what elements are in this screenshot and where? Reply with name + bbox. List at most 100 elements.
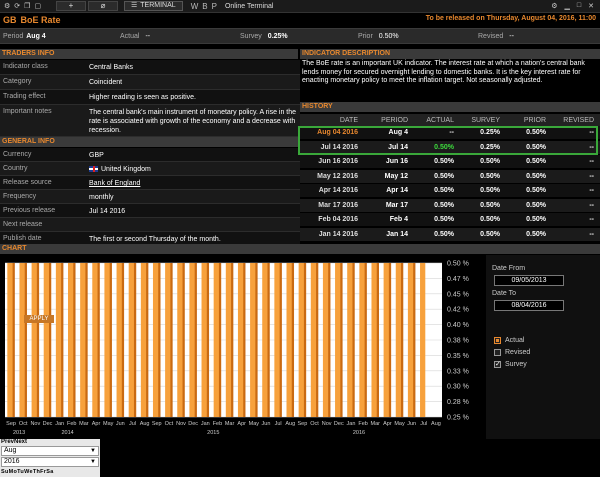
period-field: Period Aug 4 bbox=[3, 33, 46, 40]
actual-bar[interactable] bbox=[55, 263, 62, 417]
actual-bar[interactable] bbox=[213, 263, 219, 417]
actual-bar[interactable] bbox=[250, 263, 256, 417]
history-cell-revised: -- bbox=[589, 201, 594, 209]
actual-bar[interactable] bbox=[31, 263, 37, 417]
history-heading: HISTORY bbox=[300, 102, 600, 112]
page-title: BoE Rate bbox=[20, 15, 61, 25]
window-icon[interactable]: ▢ bbox=[34, 3, 41, 10]
table-row[interactable]: Jul 14 2016 Jul 14 0.50% 0.25% 0.50% -- bbox=[300, 140, 600, 154]
actual-bar[interactable] bbox=[407, 263, 414, 417]
date-from-input[interactable] bbox=[494, 275, 564, 286]
toolbar-b-button[interactable]: B bbox=[202, 2, 207, 11]
year-select[interactable]: 2016 ▼ bbox=[1, 457, 99, 467]
actual-bar[interactable] bbox=[128, 263, 134, 417]
actual-bar[interactable] bbox=[177, 263, 183, 417]
minimize-icon[interactable]: ▁ bbox=[565, 2, 570, 10]
table-row[interactable]: May 12 2016 May 12 0.50% 0.50% 0.50% -- bbox=[300, 169, 600, 183]
y-tick-label: 0.28 % bbox=[447, 399, 469, 406]
table-row[interactable]: Apr 14 2016 Apr 14 0.50% 0.50% 0.50% -- bbox=[300, 184, 600, 197]
add-button[interactable]: + bbox=[56, 1, 86, 11]
refresh-icon[interactable]: ⟳ bbox=[14, 3, 20, 10]
online-terminal-label[interactable]: Online Terminal bbox=[225, 3, 274, 10]
actual-bar[interactable] bbox=[68, 263, 74, 417]
toolbar-p-button[interactable]: P bbox=[212, 2, 217, 11]
link-button[interactable]: ⌀ bbox=[88, 1, 118, 11]
survey-checkbox[interactable] bbox=[494, 360, 501, 368]
actual-bar[interactable] bbox=[7, 263, 13, 417]
country-code: GB bbox=[3, 15, 17, 25]
table-row[interactable]: Aug 04 2016 Aug 4 -- 0.25% 0.50% -- bbox=[300, 126, 600, 139]
actual-bar[interactable] bbox=[420, 263, 426, 417]
history-col-actual[interactable]: ACTUAL bbox=[410, 117, 454, 124]
actual-bar[interactable] bbox=[274, 263, 280, 417]
x-tick-label: Jun bbox=[407, 421, 416, 427]
actual-bar[interactable] bbox=[92, 263, 98, 417]
actual-bar[interactable] bbox=[383, 263, 389, 417]
table-row[interactable]: Jan 14 2016 Jan 14 0.50% 0.50% 0.50% -- bbox=[300, 227, 600, 241]
history-col-survey[interactable]: SURVEY bbox=[456, 117, 500, 124]
revised-checkbox[interactable] bbox=[494, 349, 501, 356]
actual-bar[interactable] bbox=[140, 263, 147, 417]
table-row: Previous release Jul 14 2016 bbox=[0, 204, 300, 218]
actual-bar[interactable] bbox=[225, 263, 232, 417]
actual-bar[interactable] bbox=[335, 263, 341, 417]
settings-icon[interactable]: ⚙ bbox=[4, 3, 10, 10]
maximize-icon[interactable]: □ bbox=[577, 2, 581, 10]
actual-checkbox[interactable] bbox=[494, 337, 501, 344]
date-to-input[interactable] bbox=[494, 300, 564, 311]
actual-bar[interactable] bbox=[322, 263, 329, 417]
settings-icon[interactable]: ⚙ bbox=[551, 2, 557, 10]
boe-rate-chart: 0.50 % 0.47 % 0.45 % 0.42 % 0.40 % 0.38 % 0.35… bbox=[5, 261, 469, 436]
history-col-date[interactable]: DATE bbox=[310, 117, 358, 124]
x-tick-label: Oct bbox=[310, 421, 319, 427]
actual-bar[interactable] bbox=[359, 263, 365, 417]
year-label: 2014 bbox=[62, 430, 74, 436]
actual-bar[interactable] bbox=[237, 263, 244, 417]
history-col-revised[interactable]: REVISED bbox=[548, 117, 594, 124]
actual-bar[interactable] bbox=[19, 263, 25, 417]
history-table: DATE PERIOD ACTUAL SURVEY PRIOR REVISED … bbox=[300, 114, 600, 244]
actual-bar[interactable] bbox=[43, 263, 49, 417]
indicator-description-text: The BoE rate is an important UK indicato… bbox=[302, 60, 585, 85]
actual-bar[interactable] bbox=[395, 263, 402, 417]
actual-bar[interactable] bbox=[201, 263, 207, 417]
copy-icon[interactable]: ❐ bbox=[24, 3, 30, 10]
actual-bar[interactable] bbox=[286, 263, 292, 417]
month-select[interactable]: Aug ▼ bbox=[1, 446, 99, 456]
table-row[interactable]: Feb 04 2016 Feb 4 0.50% 0.50% 0.50% -- bbox=[300, 213, 600, 226]
actual-bar[interactable] bbox=[262, 263, 268, 417]
actual-bar[interactable] bbox=[152, 263, 159, 417]
table-row: Country United Kingdom bbox=[0, 162, 300, 176]
x-tick-label: Oct bbox=[165, 421, 174, 427]
table-row[interactable]: Mar 17 2016 Mar 17 0.50% 0.50% 0.50% -- bbox=[300, 198, 600, 212]
history-cell-revised: -- bbox=[589, 172, 594, 180]
history-cell-actual: -- bbox=[449, 129, 454, 136]
actual-bar[interactable] bbox=[165, 263, 171, 417]
apply-button[interactable]: APPLY bbox=[24, 315, 54, 323]
legend-revised[interactable]: Revised bbox=[494, 349, 530, 356]
history-col-period[interactable]: PERIOD bbox=[360, 117, 408, 124]
history-cell-actual: 0.50% bbox=[434, 201, 454, 209]
actual-bar[interactable] bbox=[104, 263, 110, 417]
actual-bar[interactable] bbox=[347, 263, 353, 417]
x-tick-label: Oct bbox=[19, 421, 28, 427]
y-tick-label: 0.45 % bbox=[447, 291, 469, 298]
actual-bar[interactable] bbox=[80, 263, 86, 417]
actual-bar[interactable] bbox=[371, 263, 377, 417]
actual-bar[interactable] bbox=[189, 263, 195, 417]
terminal-button[interactable]: ☰ TERMINAL bbox=[124, 1, 183, 11]
legend-survey[interactable]: Survey bbox=[494, 360, 527, 368]
table-row: Trading effect Higher reading is seen as… bbox=[0, 90, 300, 105]
actual-bar[interactable] bbox=[298, 263, 304, 417]
legend-actual[interactable]: Actual bbox=[494, 337, 524, 344]
table-row[interactable]: Jun 16 2016 Jun 16 0.50% 0.50% 0.50% -- bbox=[300, 155, 600, 168]
actual-bar[interactable] bbox=[116, 263, 122, 417]
release-source-link[interactable]: Bank of England bbox=[89, 179, 297, 188]
prev-next-nav[interactable]: PrevNext bbox=[1, 439, 27, 445]
toolbar-w-button[interactable]: W bbox=[191, 2, 199, 11]
actual-bar[interactable] bbox=[310, 263, 317, 417]
history-col-prior[interactable]: PRIOR bbox=[502, 117, 546, 124]
history-cell-date: Mar 17 2016 bbox=[318, 201, 358, 209]
close-icon[interactable]: ✕ bbox=[588, 2, 594, 10]
y-tick-label: 0.25 % bbox=[447, 415, 469, 422]
